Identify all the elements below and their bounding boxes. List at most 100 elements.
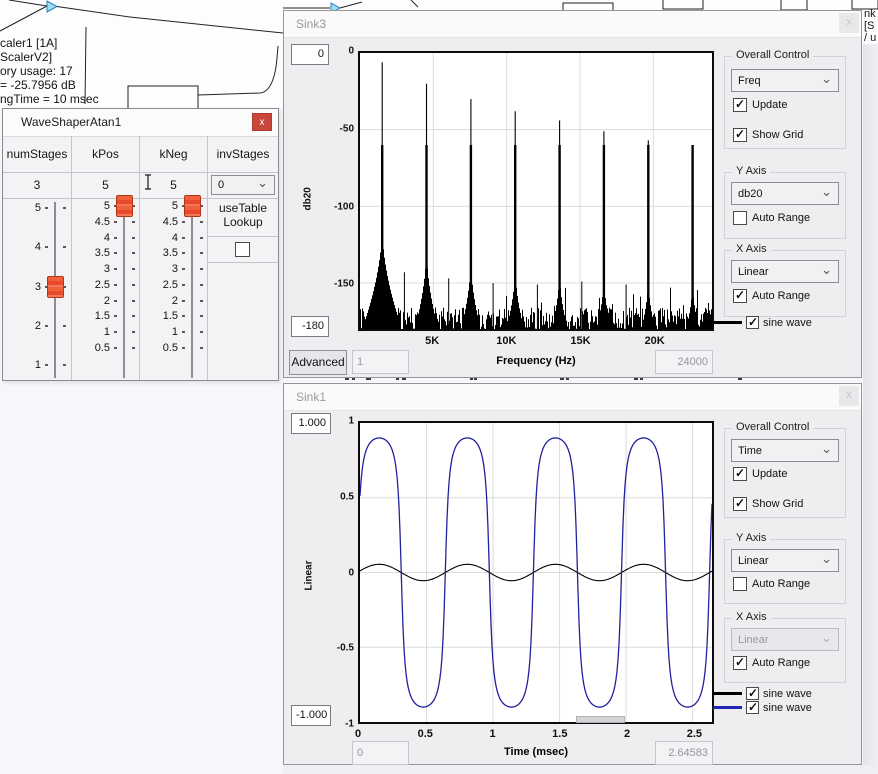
sink3-showgrid-label: Show Grid: [752, 129, 803, 141]
invstages-cell: 0⌄: [208, 172, 278, 199]
sink1-xmin-box[interactable]: 0: [352, 741, 409, 765]
legend-label: sine wave: [763, 317, 812, 329]
sink1-xaxis-dropdown-value: Linear: [738, 634, 769, 646]
sink3-titlebar[interactable]: Sink3 x: [284, 11, 861, 38]
waveshaper-col-kpos: kPos 5 54.543.532.521.510.5: [71, 136, 139, 380]
slider-tick-label: 0.5: [148, 342, 178, 354]
slider-tick-label: 1.5: [148, 310, 178, 322]
legend-checkbox[interactable]: [746, 316, 759, 329]
col-header: numStages: [3, 136, 71, 173]
text-ibeam-cursor: [144, 174, 154, 190]
numstages-value[interactable]: 3: [3, 172, 71, 199]
chevron-down-icon: ⌄: [821, 633, 832, 643]
y-tick-label: -100: [320, 201, 354, 212]
y-tick-label: 0.5: [320, 491, 354, 502]
slider-handle[interactable]: [184, 195, 201, 217]
x-tick-label: 15K: [570, 335, 590, 347]
sink1-yaxis-group: Y Axis Linear⌄ Auto Range: [724, 539, 846, 604]
y-tick-label: 0: [320, 46, 354, 57]
sink3-domain-dropdown[interactable]: Freq⌄: [731, 69, 839, 92]
sink3-domain-dropdown-value: Freq: [738, 75, 761, 87]
sink3-showgrid-row[interactable]: Show Grid: [733, 128, 803, 142]
sink1-yauto-checkbox[interactable]: [733, 577, 747, 591]
invstages-dropdown[interactable]: 0⌄: [211, 175, 275, 195]
sink1-title: Sink1: [296, 390, 326, 404]
slider-tick-label: 3.5: [148, 247, 178, 259]
col-header: kPos: [72, 136, 139, 173]
sink3-yauto-label: Auto Range: [752, 212, 810, 224]
waveshaper-titlebar[interactable]: WaveShaperAtan1 x: [3, 109, 278, 137]
slider-tick-label: 2.5: [148, 279, 178, 291]
usetable-checkbox[interactable]: [235, 242, 250, 257]
legend-checkbox[interactable]: [746, 687, 759, 700]
sink3-update-row[interactable]: Update: [733, 98, 787, 112]
sink3-yauto-row[interactable]: Auto Range: [733, 211, 810, 225]
sink1-domain-dropdown[interactable]: Time⌄: [731, 439, 839, 462]
x-tick-label: 1: [489, 728, 495, 740]
sink3-xauto-checkbox[interactable]: [733, 289, 747, 303]
x-tick-label: 2: [624, 728, 630, 740]
sink1-xmax-box[interactable]: 2.64583: [655, 741, 713, 765]
chevron-down-icon: ⌄: [821, 554, 832, 564]
slider-handle[interactable]: [47, 276, 64, 298]
slider-tick-label: 4: [148, 232, 178, 244]
sink1-xauto-row[interactable]: Auto Range: [733, 656, 810, 670]
invstages-body: useTable Lookup: [208, 198, 278, 380]
x-tick-label: 0.5: [418, 728, 433, 740]
y-tick-label: -150: [320, 279, 354, 290]
waveshaper-title: WaveShaperAtan1: [21, 115, 121, 129]
sink1-update-checkbox[interactable]: [733, 467, 747, 481]
sink3-xmax-box[interactable]: 24000: [655, 350, 713, 374]
kneg-slider[interactable]: 54.543.532.521.510.5: [140, 198, 207, 380]
slider-track[interactable]: [191, 202, 193, 378]
sink3-yauto-checkbox[interactable]: [733, 211, 747, 225]
sink1-xauto-checkbox[interactable]: [733, 656, 747, 670]
sink3-overall-group-label: Overall Control: [732, 49, 813, 61]
sink1-yaxis-dropdown[interactable]: Linear⌄: [731, 549, 839, 572]
numstages-slider[interactable]: 54321: [3, 198, 71, 380]
sink1-xauto-label: Auto Range: [752, 657, 810, 669]
sink3-xaxis-dropdown-value: Linear: [738, 266, 769, 278]
x-tick-label: 10K: [496, 335, 516, 347]
slider-handle[interactable]: [116, 195, 133, 217]
sink3-xmin-box[interactable]: 1: [352, 350, 409, 374]
slider-tick-label: 4.5: [148, 216, 178, 228]
sink3-xauto-label: Auto Range: [752, 290, 810, 302]
x-tick-label: 1.5: [552, 728, 567, 740]
sink1-close-icon[interactable]: x: [839, 386, 859, 406]
sink1-yauto-row[interactable]: Auto Range: [733, 577, 810, 591]
y-tick-label: -1: [320, 719, 354, 730]
sink1-showgrid-checkbox[interactable]: [733, 497, 747, 511]
x-tick-label: 5K: [425, 335, 439, 347]
right-edge-block-label: nk[S/ u: [864, 8, 876, 44]
sink3-yaxis-group-label: Y Axis: [732, 165, 770, 177]
sink1-yaxis-group-label: Y Axis: [732, 532, 770, 544]
y-tick-label: 1: [320, 416, 354, 427]
window-shadow-strip: [863, 44, 878, 765]
sink3-yaxis-dropdown[interactable]: db20⌄: [731, 182, 839, 205]
sink1-showgrid-label: Show Grid: [752, 498, 803, 510]
waveshaper-dialog: WaveShaperAtan1 x numStages 3 54321 kPos…: [2, 108, 279, 381]
sink3-ymin-box[interactable]: -180: [291, 316, 329, 337]
kpos-slider[interactable]: 54.543.532.521.510.5: [72, 198, 139, 380]
sink1-xaxis-group-label: X Axis: [732, 611, 771, 623]
sink3-advanced-button[interactable]: Advanced: [289, 350, 347, 375]
sink1-titlebar[interactable]: Sink1 x: [284, 384, 861, 411]
sink1-update-row[interactable]: Update: [733, 467, 787, 481]
waveshaper-close-icon[interactable]: x: [252, 113, 272, 131]
slider-track[interactable]: [123, 202, 125, 378]
slider-tick-label: 5: [148, 200, 178, 212]
slider-tick-label: 1.5: [80, 310, 110, 322]
sink3-showgrid-checkbox[interactable]: [733, 128, 747, 142]
sink3-xaxis-group: X Axis Linear⌄ Auto Range: [724, 250, 846, 317]
slider-tick-label: 3: [11, 281, 41, 293]
slider-tick-label: 4: [80, 232, 110, 244]
sink3-close-icon[interactable]: x: [839, 13, 859, 33]
sink1-showgrid-row[interactable]: Show Grid: [733, 497, 803, 511]
x-tick-label: 2.5: [687, 728, 702, 740]
sink3-xaxis-dropdown[interactable]: Linear⌄: [731, 260, 839, 283]
sink3-update-checkbox[interactable]: [733, 98, 747, 112]
sink3-xauto-row[interactable]: Auto Range: [733, 289, 810, 303]
sink3-plot: [358, 51, 714, 331]
legend-checkbox[interactable]: [746, 701, 759, 714]
